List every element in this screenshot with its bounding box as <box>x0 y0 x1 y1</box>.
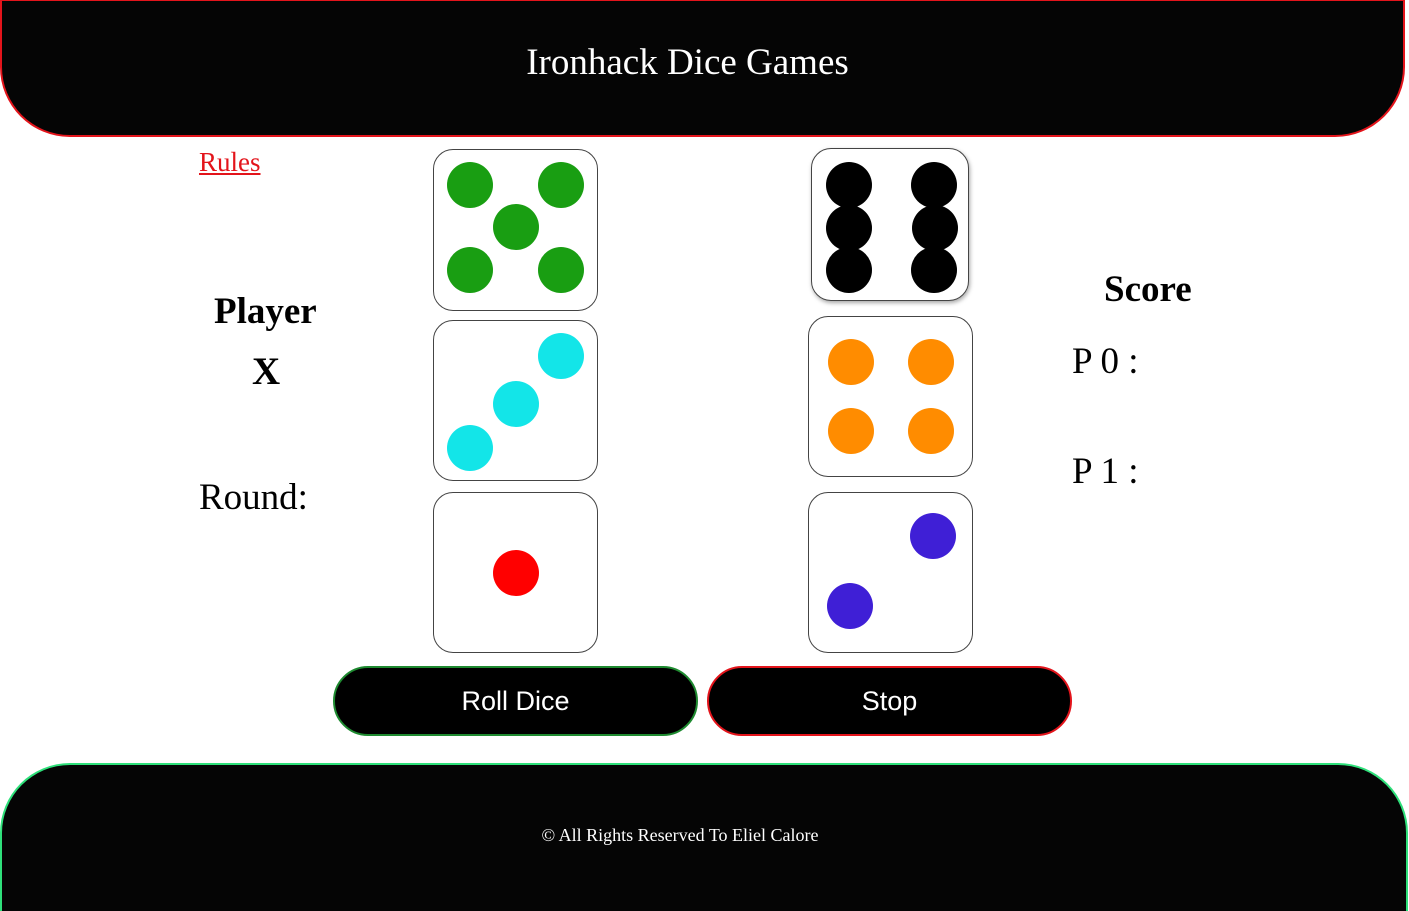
die-pip <box>910 246 957 293</box>
die-pip <box>908 338 955 385</box>
die-right-middle <box>808 316 973 477</box>
round-label: Round: <box>199 477 308 518</box>
die-right-top <box>811 148 969 301</box>
die-left-middle <box>433 320 598 481</box>
die-pip <box>538 332 585 379</box>
player-label: Player <box>214 291 317 332</box>
rules-link[interactable]: Rules <box>199 147 261 178</box>
die-pip <box>909 512 956 559</box>
die-pip <box>828 408 875 455</box>
die-pip <box>538 162 585 209</box>
page-title: Ironhack Dice Games <box>526 42 849 83</box>
die-pip <box>910 162 957 209</box>
die-pip <box>826 246 873 293</box>
die-pip <box>492 380 539 427</box>
die-pip <box>492 549 539 596</box>
roll-dice-button[interactable]: Roll Dice <box>333 666 698 736</box>
die-left-bottom <box>433 492 598 653</box>
die-pip <box>446 247 493 293</box>
die-pip <box>826 162 873 209</box>
die-pip <box>826 582 873 629</box>
die-pip <box>826 204 873 251</box>
die-pip <box>908 408 955 455</box>
header-bar: Ironhack Dice Games <box>0 0 1405 137</box>
footer-bar: © All Rights Reserved To Eliel Calore <box>0 763 1408 911</box>
stop-button[interactable]: Stop <box>707 666 1072 736</box>
score-label: Score <box>1104 269 1192 310</box>
die-pip <box>538 247 585 293</box>
die-right-bottom <box>808 492 973 653</box>
die-left-top <box>433 149 598 311</box>
die-pip <box>912 204 959 251</box>
player-value: X <box>252 350 281 393</box>
score-p0: P 0 : <box>1072 341 1139 382</box>
copyright-text: © All Rights Reserved To Eliel Calore <box>541 825 819 845</box>
die-pip <box>492 203 539 250</box>
die-pip <box>446 162 493 209</box>
score-p1: P 1 : <box>1072 451 1139 492</box>
die-pip <box>828 338 875 385</box>
die-pip <box>446 425 493 472</box>
